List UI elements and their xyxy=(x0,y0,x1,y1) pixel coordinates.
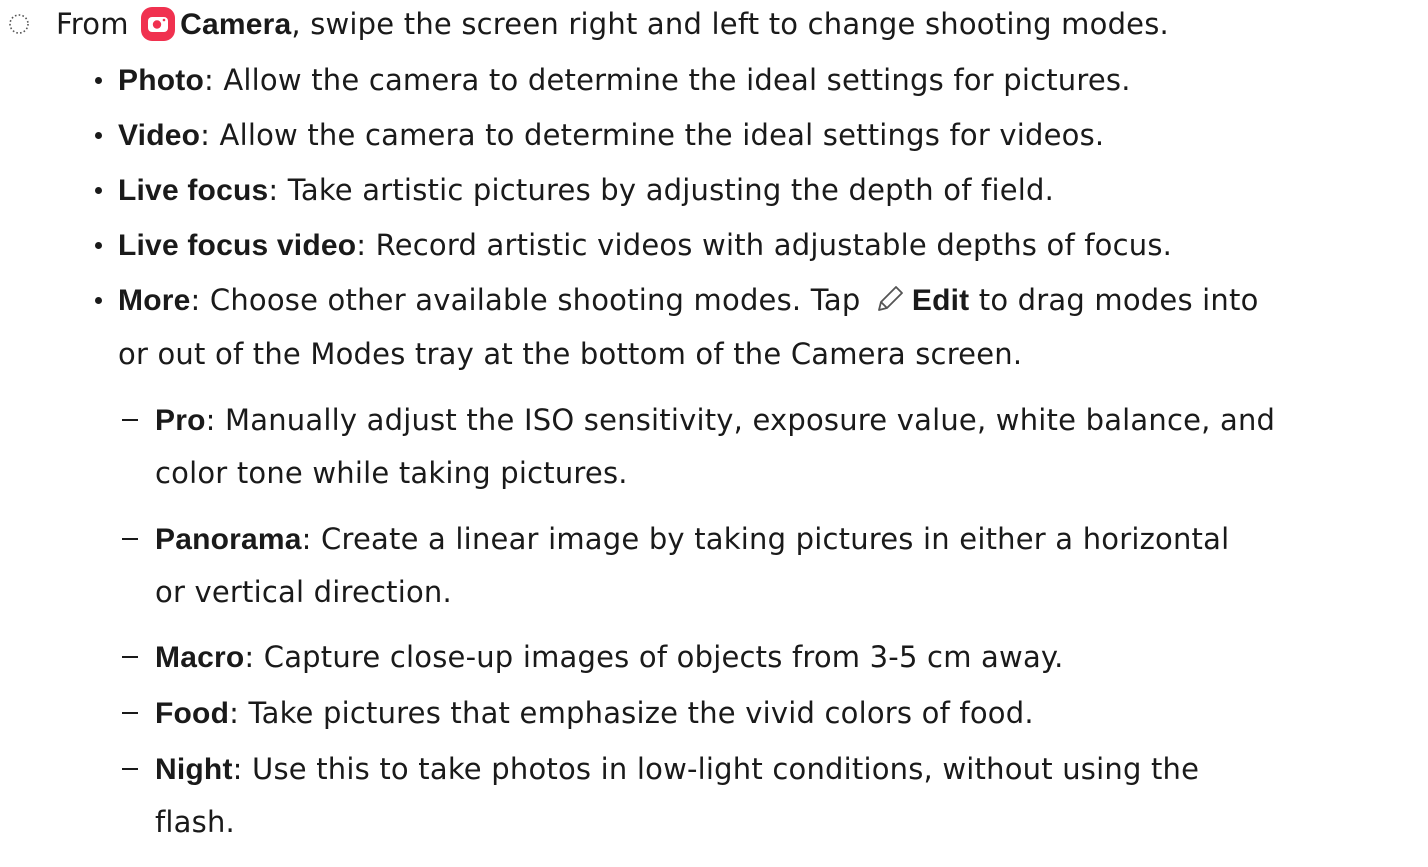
mode-term: Live focus xyxy=(118,174,269,207)
edit-label: Edit xyxy=(911,284,970,317)
mode-item-video: Video: Allow the camera to determine the… xyxy=(118,117,1104,154)
mode-item-more: More: Choose other available shooting mo… xyxy=(118,282,1259,319)
submode-cont: or vertical direction. xyxy=(155,575,452,609)
submode-desc: : Take pictures that emphasize the vivid… xyxy=(229,696,1034,730)
dash-marker xyxy=(122,712,138,714)
mode-desc: : Take artistic pictures by adjusting th… xyxy=(268,173,1055,207)
bullet-dot xyxy=(95,77,102,84)
submode-desc: : Use this to take photos in low-light c… xyxy=(232,752,1200,786)
submode-term: Food xyxy=(155,697,230,730)
mode-desc: : Allow the camera to determine the idea… xyxy=(203,63,1131,97)
submode-cont: flash. xyxy=(155,805,235,839)
more-desc-c: or out of the Modes tray at the bottom o… xyxy=(118,337,1023,371)
submode-desc: : Create a linear image by taking pictur… xyxy=(301,522,1230,556)
bullet-dot xyxy=(95,242,102,249)
submode-item-food: Food: Take pictures that emphasize the v… xyxy=(155,695,1034,732)
intro-line: From Camera, swipe the screen right and … xyxy=(56,6,1169,43)
submode-item-macro: Macro: Capture close-up images of object… xyxy=(155,639,1064,676)
mode-item-live-focus-video: Live focus video: Record artistic videos… xyxy=(118,227,1172,264)
bullet-dot xyxy=(95,132,102,139)
more-continuation: or out of the Modes tray at the bottom o… xyxy=(118,336,1022,372)
intro-rest: , swipe the screen right and left to cha… xyxy=(291,7,1169,41)
submode-item-panorama: Panorama: Create a linear image by takin… xyxy=(155,521,1229,558)
submode-term: Pro xyxy=(155,404,206,437)
mode-item-photo: Photo: Allow the camera to determine the… xyxy=(118,62,1131,99)
bullet-dot xyxy=(95,187,102,194)
submode-continuation: color tone while taking pictures. xyxy=(155,455,628,491)
mode-term: Video xyxy=(118,119,201,152)
dash-marker xyxy=(122,538,138,540)
camera-app-icon xyxy=(141,7,176,41)
submode-term: Macro xyxy=(155,641,245,674)
submode-cont: color tone while taking pictures. xyxy=(155,456,628,490)
submode-term: Night xyxy=(155,753,233,786)
dash-marker xyxy=(122,419,138,421)
dash-marker xyxy=(122,768,138,770)
camera-label: Camera xyxy=(180,8,292,41)
intro-from: From xyxy=(56,7,129,41)
mode-term: More xyxy=(118,284,191,317)
submode-item-night: Night: Use this to take photos in low-li… xyxy=(155,751,1199,788)
mode-term: Photo xyxy=(118,64,204,97)
bullet-dot xyxy=(95,297,102,304)
submode-continuation: flash. xyxy=(155,804,235,840)
mode-desc: : Record artistic videos with adjustable… xyxy=(356,228,1173,262)
submode-continuation: or vertical direction. xyxy=(155,574,452,610)
submode-term: Panorama xyxy=(155,523,302,556)
submode-desc: : Manually adjust the ISO sensitivity, e… xyxy=(205,403,1276,437)
mode-desc: : Allow the camera to determine the idea… xyxy=(200,118,1105,152)
submode-desc: : Capture close-up images of objects fro… xyxy=(244,640,1064,674)
step-circle-icon xyxy=(9,14,29,34)
more-desc-a: : Choose other available shooting modes.… xyxy=(190,283,861,317)
mode-item-live-focus: Live focus: Take artistic pictures by ad… xyxy=(118,172,1054,209)
pencil-edit-icon xyxy=(877,286,903,311)
mode-term: Live focus video xyxy=(118,229,357,262)
dash-marker xyxy=(122,656,138,658)
more-desc-b: to drag modes into xyxy=(978,283,1259,317)
submode-item-pro: Pro: Manually adjust the ISO sensitivity… xyxy=(155,402,1275,439)
